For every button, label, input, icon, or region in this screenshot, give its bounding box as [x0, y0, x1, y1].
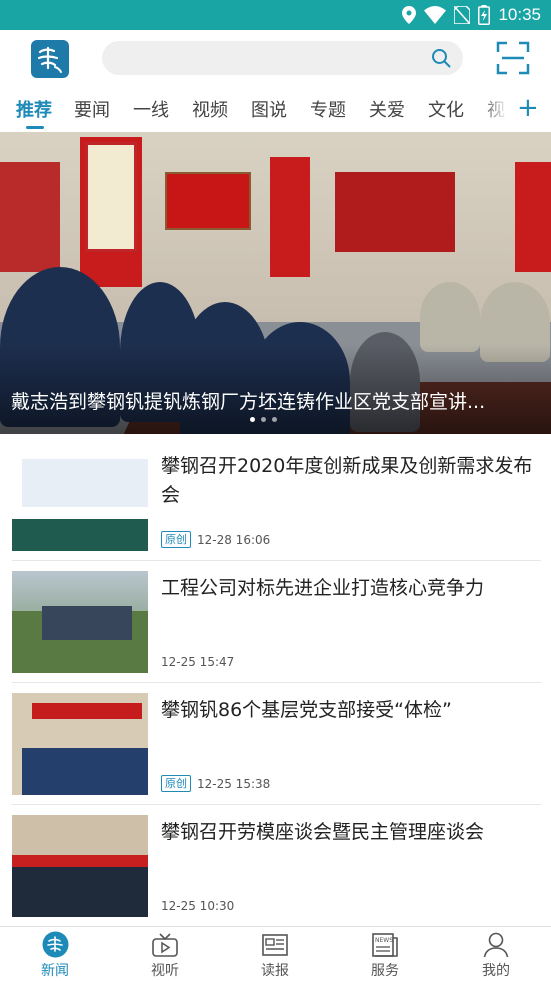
news-meta: 12-25 10:30 [161, 899, 234, 913]
thumbnail-image-banner [32, 703, 142, 719]
thumbnail-image-people [22, 748, 148, 795]
news-time: 12-25 10:30 [161, 899, 235, 913]
add-channel-button[interactable]: + [517, 95, 539, 121]
app-header [0, 30, 551, 88]
tab-photo[interactable]: 图说 [251, 96, 287, 122]
news-service-icon: NEWS [372, 932, 398, 957]
news-meta: 原创 12-28 16:06 [161, 531, 270, 548]
news-thumbnail [12, 571, 148, 673]
thumbnail-image-sash [12, 855, 148, 867]
news-item[interactable]: 攀钢钒86个基层党支部接受“体检” 原创 12-25 15:38 [0, 682, 551, 805]
carousel-dot [250, 417, 255, 422]
battery-icon [478, 5, 491, 25]
tv-icon [152, 932, 178, 957]
news-title[interactable]: 攀钢召开劳模座谈会暨民主管理座谈会 [161, 818, 541, 847]
news-title[interactable]: 攀钢钒86个基层党支部接受“体检” [161, 696, 541, 725]
svg-text:NEWS: NEWS [375, 937, 393, 944]
wifi-icon [424, 6, 447, 24]
hero-image-banner [270, 157, 310, 277]
hero-image-banner [515, 162, 551, 272]
nav-profile[interactable]: 我的 [456, 931, 536, 980]
news-item[interactable]: 攀钢召开2020年度创新成果及创新需求发布会 原创 12-28 16:06 [0, 438, 551, 561]
nav-label: 读报 [261, 963, 289, 979]
news-thumbnail [12, 449, 148, 551]
newspaper-icon [262, 933, 288, 956]
hero-caption[interactable]: 戴志浩到攀钢钒提钒炼钢厂方坯连铸作业区党支部宣讲... [11, 387, 531, 414]
news-meta: 原创 12-25 15:38 [161, 775, 270, 792]
search-input[interactable] [116, 41, 416, 75]
news-time: 12-25 15:47 [161, 655, 235, 669]
hero-image-banner [0, 162, 60, 272]
news-logo-icon [42, 931, 68, 958]
nav-services[interactable]: NEWS 服务 [345, 931, 425, 980]
original-badge: 原创 [161, 531, 191, 548]
bottom-navigation: 新闻 视听 读报 NEWS 服务 我的 [0, 926, 551, 981]
scan-icon[interactable] [496, 41, 530, 75]
news-time: 12-25 15:38 [197, 776, 271, 791]
nav-label: 新闻 [41, 963, 69, 979]
brand-logo-icon[interactable] [31, 40, 69, 78]
carousel-dot [261, 417, 266, 422]
tab-active-indicator [26, 126, 44, 129]
thumbnail-image-stage [12, 519, 148, 551]
news-thumbnail [12, 693, 148, 795]
news-title[interactable]: 攀钢召开2020年度创新成果及创新需求发布会 [161, 452, 541, 510]
nav-news[interactable]: 新闻 [15, 931, 95, 980]
tab-video[interactable]: 视频 [192, 96, 228, 122]
original-badge: 原创 [161, 775, 191, 792]
tab-frontline[interactable]: 一线 [133, 96, 169, 122]
nav-label: 服务 [371, 963, 399, 979]
clock: 10:35 [498, 5, 541, 24]
nav-audio-video[interactable]: 视听 [125, 931, 205, 980]
location-icon [402, 6, 417, 24]
tab-fade [480, 88, 508, 132]
nav-read-paper[interactable]: 读报 [235, 931, 315, 980]
user-icon [483, 932, 509, 957]
news-item[interactable]: 工程公司对标先进企业打造核心竞争力 12-25 15:47 [0, 560, 551, 683]
tab-special[interactable]: 专题 [310, 96, 346, 122]
hero-carousel[interactable]: 戴志浩到攀钢钒提钒炼钢厂方坯连铸作业区党支部宣讲... [0, 132, 551, 434]
tab-care[interactable]: 关爱 [369, 96, 405, 122]
nav-label: 视听 [151, 963, 179, 979]
thumbnail-image-sign [22, 459, 148, 507]
news-meta: 12-25 15:47 [161, 655, 234, 669]
no-sim-icon [454, 6, 471, 24]
hero-image-flag [165, 172, 251, 230]
thumbnail-image-building [42, 606, 132, 640]
news-item[interactable]: 攀钢召开劳模座谈会暨民主管理座谈会 12-25 10:30 [0, 804, 551, 926]
carousel-indicator [250, 417, 277, 422]
news-title[interactable]: 工程公司对标先进企业打造核心竞争力 [161, 574, 541, 603]
hero-image-panel [85, 142, 137, 252]
news-time: 12-28 16:06 [197, 532, 271, 547]
nav-label: 我的 [482, 963, 510, 979]
search-bar[interactable] [102, 41, 463, 75]
hero-image-board [335, 172, 455, 252]
tab-headlines[interactable]: 要闻 [74, 96, 110, 122]
tab-culture[interactable]: 文化 [428, 96, 464, 122]
status-bar: 10:35 [0, 0, 551, 30]
tab-recommend[interactable]: 推荐 [16, 96, 52, 122]
news-thumbnail [12, 815, 148, 917]
carousel-dot [272, 417, 277, 422]
category-tabs: 推荐 要闻 一线 视频 图说 专题 关爱 文化 视 + [0, 88, 551, 132]
search-icon[interactable] [431, 48, 451, 68]
hero-image-person [420, 282, 480, 352]
